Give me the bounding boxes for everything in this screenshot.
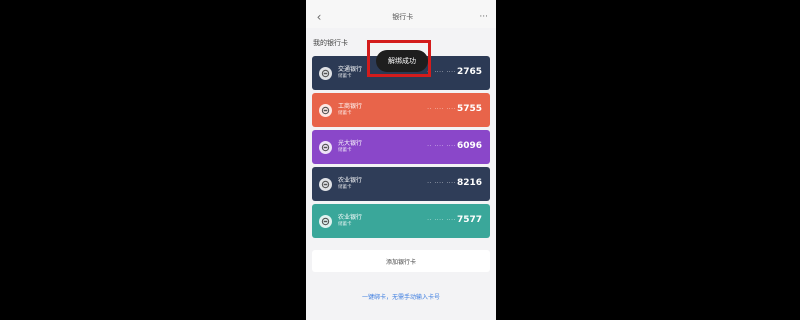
card-number-tail: 7577 [456, 215, 482, 225]
card-number-mask: ·· ···· ···· [427, 106, 456, 113]
card-number-tail: 6096 [456, 141, 482, 151]
chevron-left-icon[interactable]: ‹ [312, 10, 326, 24]
card-number-mask: ·· ···· ···· [427, 180, 456, 187]
bank-name: 农业银行 [338, 177, 363, 184]
page-title: 银行卡 [392, 13, 414, 21]
bank-name: 农业银行 [338, 214, 363, 221]
highlight-box [367, 40, 431, 77]
card-number-tail: 8216 [456, 178, 482, 188]
card-number-tail: 2765 [456, 67, 482, 77]
bank-name: 光大银行 [338, 140, 363, 147]
bank-logo-icon [319, 214, 332, 228]
bank-card-list: 交通银行 储蓄卡 ·· ···· ···· 2765 工商银行 储蓄卡 ·· ·… [312, 56, 490, 241]
bank-logo-icon [319, 177, 332, 191]
card-type: 储蓄卡 [338, 74, 352, 79]
bank-card[interactable]: 农业银行 储蓄卡 ·· ···· ···· 8216 [312, 167, 490, 201]
more-icon[interactable]: ··· [479, 12, 488, 22]
card-number-mask: ·· ···· ···· [427, 217, 456, 224]
quick-bind-link[interactable]: 一键绑卡，无需手动输入卡号 [306, 292, 496, 301]
bank-name: 工商银行 [338, 103, 363, 110]
bank-card[interactable]: 工商银行 储蓄卡 ·· ···· ···· 5755 [312, 93, 490, 127]
card-type: 储蓄卡 [338, 148, 352, 153]
bank-logo-icon [319, 66, 332, 80]
card-number-mask: ·· ···· ···· [427, 143, 456, 150]
bank-logo-icon [319, 140, 332, 154]
bank-name: 交通银行 [338, 66, 363, 73]
card-number-mask: ·· ···· ···· [427, 69, 456, 76]
card-number-tail: 5755 [456, 104, 482, 114]
bank-logo-icon [319, 103, 332, 117]
card-type: 储蓄卡 [338, 185, 352, 190]
card-type: 储蓄卡 [338, 111, 352, 116]
card-type: 储蓄卡 [338, 222, 352, 227]
bank-card[interactable]: 光大银行 储蓄卡 ·· ···· ···· 6096 [312, 130, 490, 164]
add-bank-card-button[interactable]: 添加银行卡 [312, 250, 490, 272]
nav-bar: ‹ 银行卡 ··· [306, 6, 496, 28]
section-title: 我的银行卡 [313, 39, 348, 47]
bank-card[interactable]: 农业银行 储蓄卡 ·· ···· ···· 7577 [312, 204, 490, 238]
